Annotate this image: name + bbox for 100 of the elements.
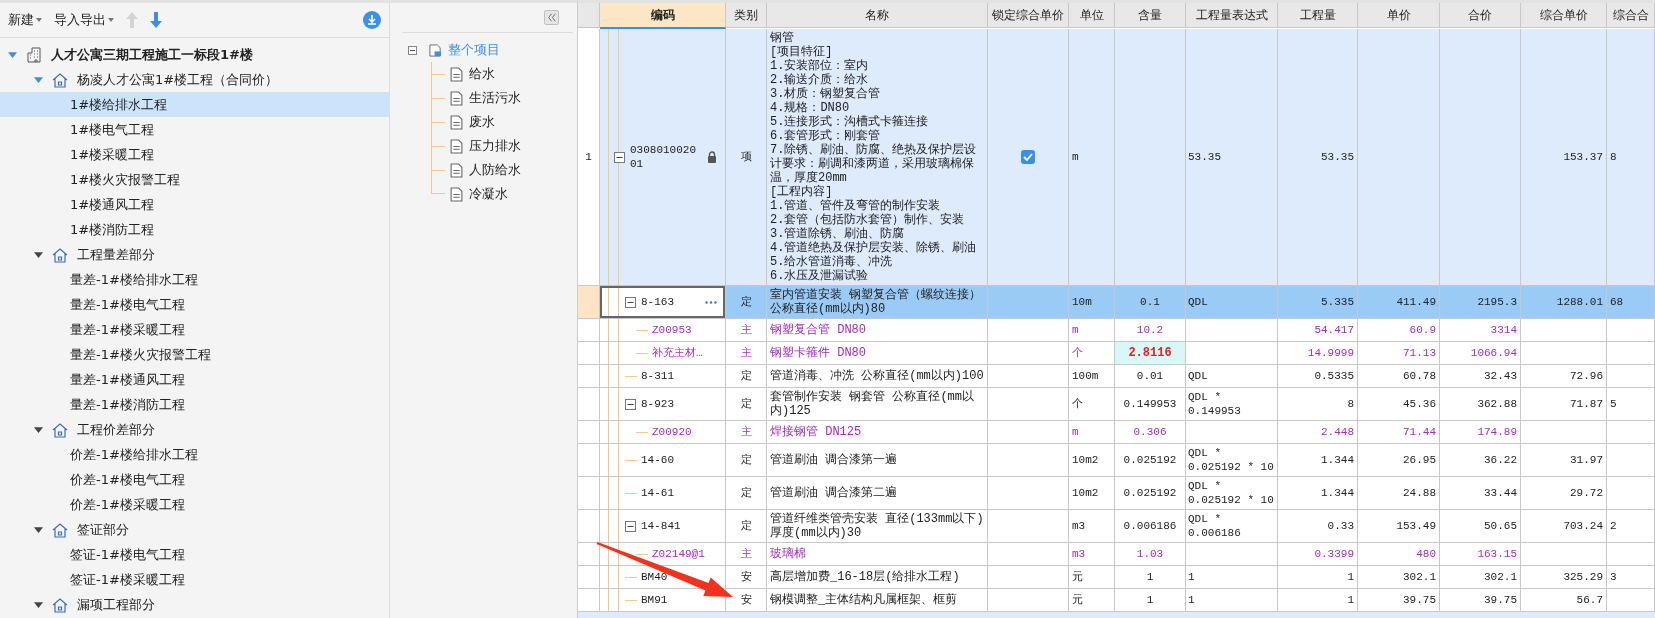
tree-item[interactable]: 价差-1#楼给排水工程 [0,442,389,467]
tree-item[interactable]: 漏项工程部分 [0,592,389,617]
table-cell: 2 [1607,510,1655,543]
table-row[interactable]: 8-923 定 套管制作安装 钢套管 公称直径(mm以内)125 个 0.149953 QDL * 0.149953 8 45.36 362.88 71.87 5 [578,388,1655,421]
tree-item[interactable]: 压力排水 [408,134,577,158]
table-cell: QDL * 0.025192 * 10 [1186,477,1278,510]
tree-item[interactable]: 冷凝水 [408,182,577,206]
column-header[interactable]: 工程量 [1278,3,1358,28]
tree-item[interactable]: 生活污水 [408,86,577,110]
collapse-toggle-icon[interactable] [625,296,636,308]
column-header[interactable]: 综合合 [1607,3,1655,28]
tree-item[interactable]: 废水 [408,110,577,134]
table-cell: m3 [1069,510,1115,543]
table-row[interactable]: 14-60 定 管道刷油 调合漆第一遍 10m2 0.025192 QDL * 0.025192 * 10 1.344 26.95 36.22 31.97 [578,444,1655,477]
expand-toggle-icon[interactable] [8,50,17,59]
expand-toggle-icon[interactable] [34,75,43,84]
tree-item[interactable]: 1#楼消防工程 [0,217,389,242]
tree-item[interactable]: 1#楼采暖工程 [0,142,389,167]
table-cell: 2.448 [1278,421,1358,444]
tree-item[interactable]: 签证部分 [0,517,389,542]
tree-item[interactable]: 1#楼火灾报警工程 [0,167,389,192]
table-cell: 411.49 [1358,286,1440,319]
column-header[interactable]: 综合单价 [1521,3,1607,28]
table-row[interactable]: 14-61 定 管道刷油 调合漆第二遍 10m2 0.025192 QDL * 0.025192 * 10 1.344 24.88 33.44 29.72 [578,477,1655,510]
tree-item[interactable]: 量差-1#楼采暖工程 [0,317,389,342]
table-row[interactable]: 8-311 定 管道消毒、冲洗 公称直径(mm以内)100 100m 0.01 QDL 0.5335 60.78 32.43 72.96 [578,365,1655,388]
move-down-icon[interactable] [150,12,162,28]
tree-item[interactable]: 量差-1#楼火灾报警工程 [0,342,389,367]
table-cell: 管道刷油 调合漆第一遍 [767,444,988,477]
collapse-toggle-icon[interactable] [625,520,636,532]
house-icon [52,246,68,263]
table-cell: 71.13 [1358,342,1440,365]
expand-toggle-icon[interactable] [34,425,43,434]
table-row[interactable]: Z00920 主 焊接钢管 DN125 m 0.306 2.448 71.44 174.89 [578,421,1655,444]
tree-item[interactable]: 价差-1#楼采暖工程 [0,492,389,517]
table-cell: 0.006186 [1115,510,1186,543]
column-header[interactable]: 单价 [1358,3,1440,28]
column-header[interactable]: 含量 [1115,3,1186,28]
expand-toggle-icon[interactable] [34,250,43,259]
table-cell: 480 [1358,543,1440,566]
table-cell: 703.24 [1521,510,1607,543]
table-cell: 元 [1069,566,1115,589]
import-export-button[interactable]: 导入导出 [54,9,114,31]
column-header[interactable]: 锁定综合单价 [988,3,1069,28]
expand-toggle-icon[interactable] [34,600,43,609]
ellipsis-icon[interactable] [705,300,717,304]
checkbox[interactable] [1021,150,1035,164]
tree-item[interactable]: 给水 [408,62,577,86]
table-cell: 2.8116 [1115,342,1186,365]
tree-item[interactable]: 人防给水 [408,158,577,182]
caret-icon [36,18,42,22]
table-cell: 定 [726,510,767,543]
table-cell: 套管制作安装 钢套管 公称直径(mm以内)125 [767,388,988,421]
row-number-cell: 1 [578,29,600,286]
folder-icon [429,42,442,58]
table-cell: 主 [726,342,767,365]
table-cell: 5.335 [1278,286,1358,319]
tree-item[interactable]: 价差-1#楼电气工程 [0,467,389,492]
download-icon[interactable] [363,11,381,29]
collapse-toggle-icon[interactable] [625,398,636,410]
table-row[interactable]: 8-163 定 室内管道安装 钢塑复合管（螺纹连接）公称直径(mm以内)80 10m 0.1 QDL 5.335 411.49 2195.3 1288.01 68 [578,286,1655,319]
tree-item[interactable]: 杨凌人才公寓1#楼工程（合同价） [0,67,389,92]
tree-item[interactable]: 签证-1#楼采暖工程 [0,567,389,592]
new-button[interactable]: 新建 [8,9,42,31]
column-header[interactable]: 名称 [767,3,988,28]
tree-item[interactable]: 量差-1#楼给排水工程 [0,267,389,292]
table-cell: 60.78 [1358,365,1440,388]
table-row[interactable]: 14-841 定 管道纤维类管壳安装 直径(133mm以下)厚度(mm以内)30 m3 0.006186 QDL * 0.006186 0.33 153.49 50.65 703.24 2 [578,510,1655,543]
tree-item[interactable]: 工程价差部分 [0,417,389,442]
tree-item[interactable]: 1#楼电气工程 [0,117,389,142]
column-header[interactable]: 类别 [726,3,767,28]
column-header[interactable]: 工程量表达式 [1186,3,1278,28]
tree-item[interactable]: 工程量差部分 [0,242,389,267]
collapse-toggle-icon[interactable] [408,45,417,55]
table-cell: 主 [726,421,767,444]
tree-item[interactable]: 1#楼通风工程 [0,192,389,217]
tree-item[interactable]: 量差-1#楼消防工程 [0,392,389,417]
table-row[interactable]: Z00953 主 钢塑复合管 DN80 m 10.2 54.417 60.9 3314 [578,319,1655,342]
column-header[interactable]: 合价 [1440,3,1521,28]
table-cell: 定 [726,444,767,477]
column-header[interactable]: 单位 [1069,3,1115,28]
expand-toggle-icon[interactable] [34,525,43,534]
tree-item[interactable]: 量差-1#楼电气工程 [0,292,389,317]
table-cell: 定 [726,365,767,388]
item-code: 14-841 [641,519,681,533]
tree-item[interactable]: 人才公寓三期工程施工一标段1#楼 [0,42,389,67]
table-row[interactable]: 补充主材… 主 钢塑卡箍件 DN80 个 2.8116 14.9999 71.13 1066.94 [578,342,1655,365]
table-cell: 3 [1607,566,1655,589]
tree-item[interactable]: 1#楼给排水工程 [0,92,389,117]
column-header[interactable]: 编码 [600,3,726,29]
item-code: 8-163 [641,295,674,309]
collapse-panel-icon[interactable] [544,10,559,25]
table-cell: 8 [1278,388,1358,421]
tree-item[interactable]: 量差-1#楼通风工程 [0,367,389,392]
table-cell: 1066.94 [1440,342,1521,365]
tree-item[interactable]: 签证-1#楼电气工程 [0,542,389,567]
collapse-toggle-icon[interactable] [614,151,625,163]
table-row[interactable]: Z02149@1 主 玻璃棉 m3 1.03 0.3399 480 163.15 [578,543,1655,566]
table-cell: 钢塑卡箍件 DN80 [767,342,988,365]
table-cell: 362.88 [1440,388,1521,421]
